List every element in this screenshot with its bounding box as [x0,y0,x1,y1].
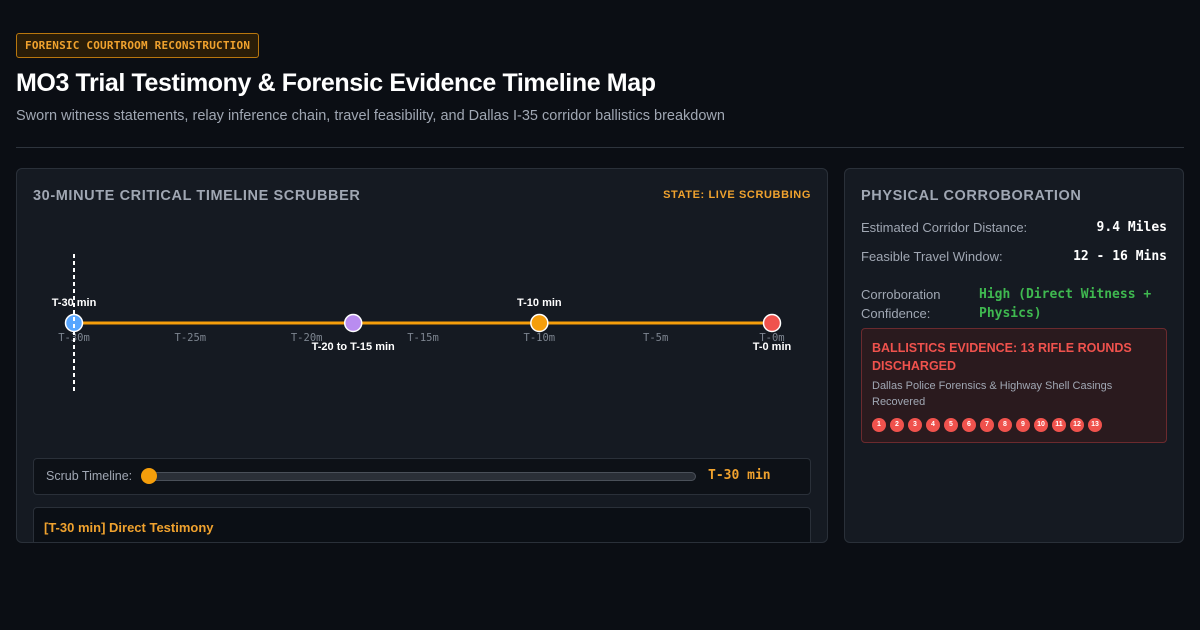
round-marker: 1 [872,418,886,432]
event-detail-card: [T-30 min] Direct Testimony [33,507,811,542]
corridor-distance-label: Estimated Corridor Distance: [861,220,1028,235]
event-detail-title: [T-30 min] Direct Testimony [44,520,214,535]
rounds-list: 1 2 3 4 5 6 7 8 9 10 11 12 13 [872,418,1102,432]
timeline-tick-label: T-25m [175,332,207,344]
round-marker: 5 [944,418,958,432]
ballistics-subtitle: Dallas Police Forensics & Highway Shell … [872,380,1113,408]
round-marker: 4 [926,418,940,432]
scrub-slider-track[interactable] [141,468,696,484]
travel-window-row: Feasible Travel Window: 12 - 16 Mins [861,249,1167,264]
timeline-event-marker[interactable] [530,313,549,333]
round-marker: 2 [890,418,904,432]
timeline-event-label: T-20 to T-15 min [312,341,395,353]
round-marker: 11 [1052,418,1066,432]
round-marker: 9 [1016,418,1030,432]
travel-window-label: Feasible Travel Window: [861,249,1003,264]
corridor-distance-row: Estimated Corridor Distance: 9.4 Miles [861,220,1167,235]
scrub-value: T-30 min [708,468,771,483]
scrub-control: Scrub Timeline: T-30 min [33,458,811,495]
header-badge: FORENSIC COURTROOM RECONSTRUCTION [16,33,260,58]
timeline-event-label: T-10 min [517,297,562,309]
ballistics-title: BALLISTICS EVIDENCE: 13 RIFLE ROUNDS DIS… [872,341,1132,373]
travel-window-value: 12 - 16 Mins [1073,249,1167,264]
timeline-tick-label: T-5m [643,332,668,344]
timeline-scrubber-panel: 30-MINUTE CRITICAL TIMELINE SCRUBBER STA… [16,168,828,543]
timeline-tick-label: T-10m [524,332,556,344]
scrub-label: Scrub Timeline: [46,469,133,483]
page-subtitle: Sworn witness statements, relay inferenc… [16,108,725,124]
ballistics-evidence-card: BALLISTICS EVIDENCE: 13 RIFLE ROUNDS DIS… [861,328,1167,443]
round-marker: 8 [998,418,1012,432]
timeline-event-marker[interactable] [762,313,782,333]
timeline-tick-label: T-15m [407,332,439,344]
timeline-event-marker[interactable] [343,313,363,333]
round-marker: 6 [962,418,976,432]
confidence-value: High (Direct Witness + Physics) [979,287,1152,321]
round-marker: 10 [1034,418,1048,432]
round-marker: 13 [1088,418,1102,432]
timeline-event-label: T-0 min [753,341,792,353]
timeline-chart[interactable]: T-30mT-25mT-20mT-15mT-10mT-5mT-0mT-30 mi… [17,169,828,454]
header-divider [16,147,1184,148]
corridor-distance-value: 9.4 Miles [1096,220,1167,235]
page-title: MO3 Trial Testimony & Forensic Evidence … [16,69,656,97]
scrub-slider-thumb[interactable] [141,468,157,484]
round-marker: 12 [1070,418,1084,432]
round-marker: 3 [908,418,922,432]
round-marker: 7 [980,418,994,432]
physical-corroboration-panel: PHYSICAL CORROBORATION Estimated Corrido… [844,168,1184,543]
corroboration-panel-title: PHYSICAL CORROBORATION [861,188,1082,204]
confidence-label: Corroboration Confidence: [861,287,941,321]
